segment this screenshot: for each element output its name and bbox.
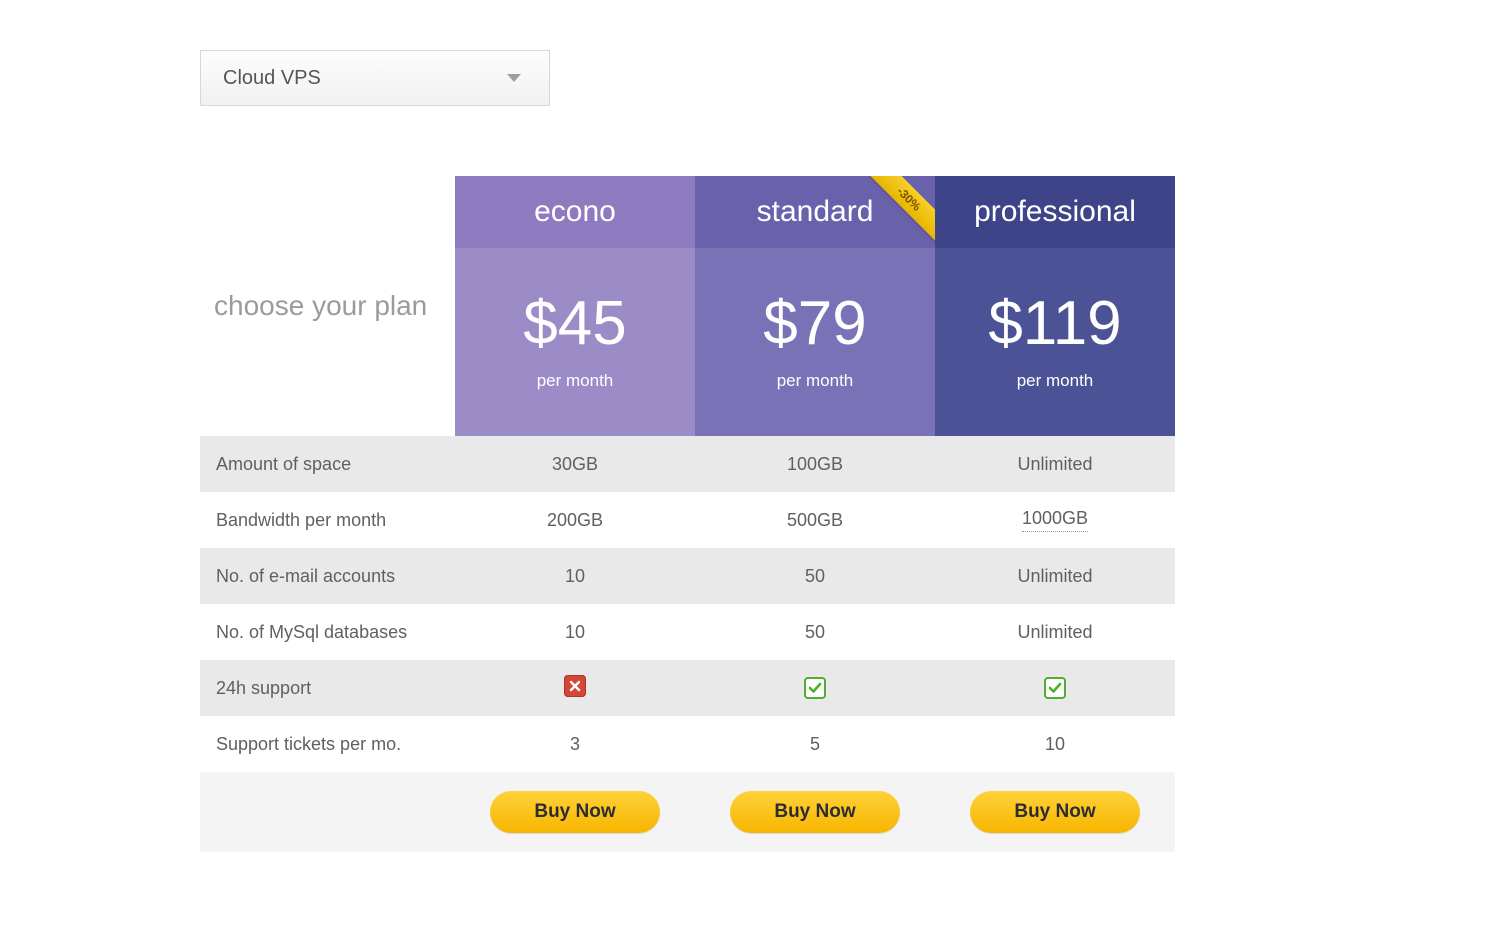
plan-price: $79 [763, 293, 866, 355]
feature-value: 500GB [695, 492, 935, 548]
feature-label: Bandwidth per month [200, 492, 455, 548]
table-row: 24h support [200, 660, 1175, 716]
plan-header-standard: -30% standard $79 per month [695, 176, 935, 436]
check-icon [804, 677, 826, 699]
product-dropdown-value: Cloud VPS [223, 67, 321, 90]
feature-label: No. of e-mail accounts [200, 548, 455, 604]
feature-value: 50 [695, 604, 935, 660]
table-row: Amount of space 30GB 100GB Unlimited [200, 436, 1175, 492]
pricing-table: choose your plan econo $45 per month -30… [200, 176, 1175, 852]
feature-label: 24h support [200, 660, 455, 716]
buy-now-button-professional[interactable]: Buy Now [970, 791, 1140, 833]
feature-value: 10 [455, 604, 695, 660]
feature-value: 3 [455, 716, 695, 772]
feature-label: No. of MySql databases [200, 604, 455, 660]
feature-value: Unlimited [935, 436, 1175, 492]
feature-value [695, 660, 935, 716]
feature-value: 100GB [695, 436, 935, 492]
feature-value: 200GB [455, 492, 695, 548]
buy-now-button-econo[interactable]: Buy Now [490, 791, 660, 833]
buy-now-button-standard[interactable]: Buy Now [730, 791, 900, 833]
feature-value: 50 [695, 548, 935, 604]
cta-row: Buy Now Buy Now Buy Now [200, 772, 1175, 852]
feature-value: 1000GB [935, 492, 1175, 548]
plan-header-professional: professional $119 per month [935, 176, 1175, 436]
feature-value: Unlimited [935, 548, 1175, 604]
feature-label: Support tickets per mo. [200, 716, 455, 772]
plan-name: econo [455, 176, 695, 248]
plan-price: $119 [988, 293, 1121, 355]
table-row: Bandwidth per month 200GB 500GB 1000GB [200, 492, 1175, 548]
feature-value: 10 [455, 548, 695, 604]
plan-period: per month [1017, 371, 1094, 391]
plan-name: professional [935, 176, 1175, 248]
cross-icon [564, 675, 586, 697]
check-icon [1044, 677, 1066, 699]
feature-label: Amount of space [200, 436, 455, 492]
feature-value: 30GB [455, 436, 695, 492]
feature-value: Unlimited [935, 604, 1175, 660]
table-heading: choose your plan [200, 176, 455, 436]
feature-value [455, 660, 695, 716]
table-row: No. of e-mail accounts 10 50 Unlimited [200, 548, 1175, 604]
feature-value: 5 [695, 716, 935, 772]
table-row: Support tickets per mo. 3 5 10 [200, 716, 1175, 772]
product-dropdown[interactable]: Cloud VPS [200, 50, 550, 106]
feature-value [935, 660, 1175, 716]
plan-period: per month [537, 371, 614, 391]
chevron-down-icon [507, 74, 521, 82]
table-row: No. of MySql databases 10 50 Unlimited [200, 604, 1175, 660]
plan-period: per month [777, 371, 854, 391]
plan-price: $45 [523, 293, 626, 355]
plan-header-econo: econo $45 per month [455, 176, 695, 436]
feature-value: 10 [935, 716, 1175, 772]
